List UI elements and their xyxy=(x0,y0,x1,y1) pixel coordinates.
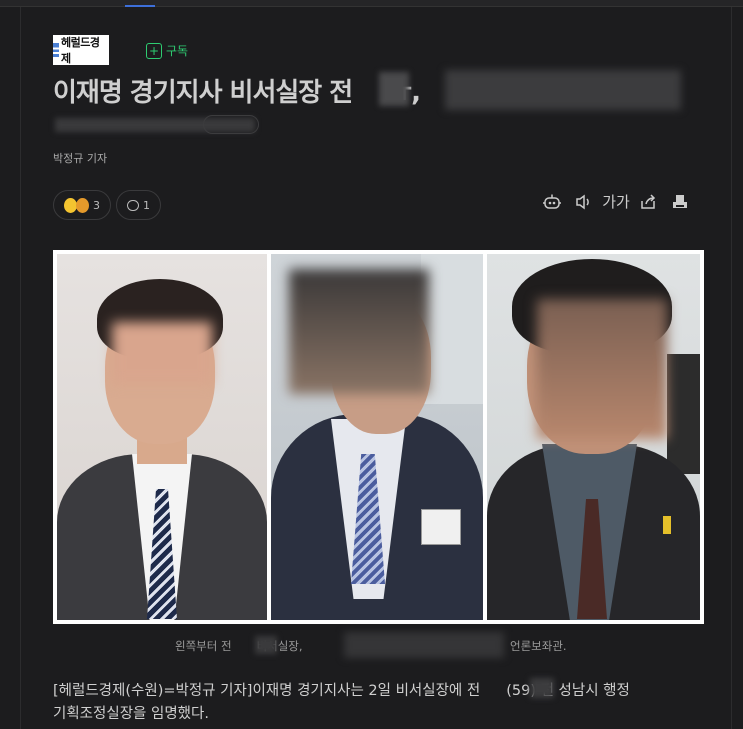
body-line-1-a: [헤럴드경제(수원)=박정규 기자]이재명 경기지사는 2일 비서실장에 전 xyxy=(53,683,481,699)
browser-top-bar xyxy=(0,0,743,7)
article-headline: 이재명 경기지사 비서실장 전ㅠ, xyxy=(53,72,421,109)
redacted-headline-blur xyxy=(445,70,681,110)
article-tools: 가가 xyxy=(536,193,696,215)
comment-bubble-icon xyxy=(127,199,139,211)
reaction-button[interactable]: 3 xyxy=(53,190,111,220)
body-line-2: 기획조정실장을 임명했다. xyxy=(53,706,209,722)
redacted-name-blur xyxy=(379,72,409,106)
article-photo xyxy=(53,250,704,624)
press-logo-mark-icon xyxy=(53,43,59,57)
active-tab-indicator xyxy=(125,5,155,7)
press-name: 헤럴드경제 xyxy=(60,36,100,65)
face-mosaic-blur xyxy=(112,322,212,384)
content-right-border xyxy=(731,7,732,729)
speaker-icon[interactable] xyxy=(568,193,600,215)
content-left-border xyxy=(20,7,21,729)
share-icon[interactable] xyxy=(632,193,664,215)
comment-count: 1 xyxy=(143,198,150,212)
photo-caption: 왼쪽부터 전 비서실장, xyxy=(175,638,303,654)
face-mosaic-blur xyxy=(289,269,429,394)
reporter-name[interactable]: 박정규 기자 xyxy=(53,150,107,166)
comment-button[interactable]: 1 xyxy=(116,190,161,220)
caption-left: 왼쪽부터 전 xyxy=(175,639,232,653)
redacted-body-blur xyxy=(530,678,554,698)
font-size-label: 가가 xyxy=(602,193,630,211)
photo-panel-middle xyxy=(271,254,483,620)
body-line-1-b: (59) 전 성남시 행정 xyxy=(506,683,630,699)
summary-bot-icon[interactable] xyxy=(536,193,568,215)
subscribe-label: 구독 xyxy=(166,44,189,58)
reaction-count: 3 xyxy=(93,198,100,212)
press-logo[interactable]: 헤럴드경제 xyxy=(53,35,109,65)
redacted-caption-blur-2 xyxy=(344,632,504,658)
plus-icon: + xyxy=(146,42,162,59)
print-icon[interactable] xyxy=(664,193,696,215)
caption-right: 언론보좌관. xyxy=(510,639,567,653)
article-body: [헤럴드경제(수원)=박정규 기자]이재명 경기지사는 2일 비서실장에 전 (5… xyxy=(53,680,713,726)
font-size-icon[interactable]: 가가 xyxy=(600,193,632,215)
subscribe-button[interactable]: + 구독 xyxy=(146,42,188,59)
redacted-caption-blur-1 xyxy=(255,636,277,654)
photo-panel-right xyxy=(487,254,700,620)
date-toggle-pill[interactable] xyxy=(203,115,259,134)
face-mosaic-blur xyxy=(537,299,667,439)
headline-text: 이재명 경기지사 비서실장 전 xyxy=(53,78,353,108)
photo-panel-left xyxy=(57,254,267,620)
body-line-1: [헤럴드경제(수원)=박정규 기자]이재명 경기지사는 2일 비서실장에 전 (5… xyxy=(53,680,713,703)
sad-emoji-icon xyxy=(76,197,89,213)
